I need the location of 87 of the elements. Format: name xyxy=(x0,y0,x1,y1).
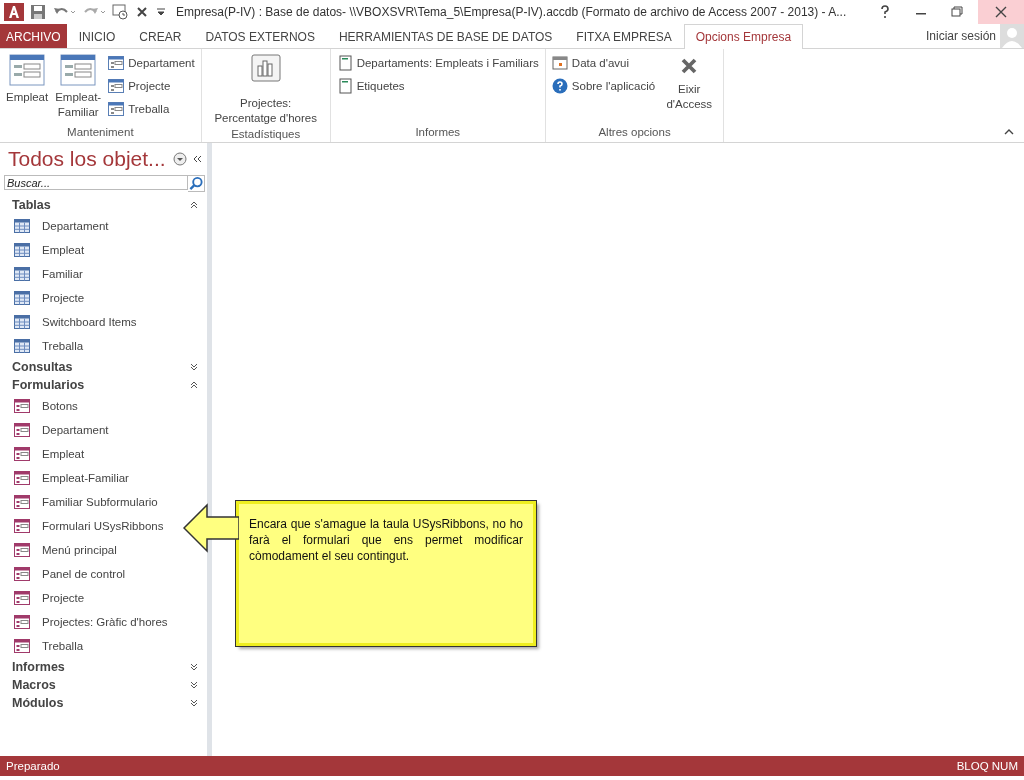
navigation-pane-title[interactable]: Todos los objet... xyxy=(8,147,169,171)
form-icon xyxy=(14,615,30,629)
group-header[interactable]: Tablas xyxy=(12,198,189,212)
ribbon-button[interactable]: Sobre l'aplicació xyxy=(549,75,658,97)
navigation-item[interactable]: Empleat xyxy=(42,448,85,460)
table-icon xyxy=(14,315,30,329)
ribbon-button[interactable]: Departament xyxy=(106,52,197,74)
ribbon-group-label: Estadístiques xyxy=(230,128,302,142)
expand-icon[interactable] xyxy=(189,698,199,708)
table-icon xyxy=(14,339,30,353)
table-icon xyxy=(14,291,30,305)
form-icon xyxy=(14,543,30,557)
dropdown-icon[interactable] xyxy=(173,152,187,166)
report-icon xyxy=(336,78,353,94)
form-icon xyxy=(9,54,46,86)
customize-caret-icon[interactable] xyxy=(156,7,166,17)
ribbon-button[interactable]: Data d'avui xyxy=(549,52,658,74)
ribbon-button[interactable]: Empleat xyxy=(4,52,51,107)
ribbon-button[interactable]: Eixir d'Access xyxy=(659,52,720,114)
group-header[interactable]: Macros xyxy=(12,678,189,692)
form-icon xyxy=(14,567,30,581)
ribbon-button[interactable]: Projectes: Percentatge d'hores xyxy=(205,52,326,128)
expand-icon[interactable] xyxy=(189,680,199,690)
ribbon-button[interactable]: Treballa xyxy=(106,98,197,120)
search-icon[interactable] xyxy=(188,175,205,192)
navigation-item[interactable]: Departament xyxy=(42,220,109,232)
form-icon xyxy=(108,101,125,117)
form-icon xyxy=(14,471,30,485)
navigation-item[interactable]: Menú principal xyxy=(42,544,117,556)
window-title: Empresa(P-IV) : Base de datos- \\VBOXSVR\Tema_5\Empresa(P-IV).accdb (Formato de archivo de Access 2007 - 2013) - A... xyxy=(176,5,848,19)
form-icon xyxy=(108,55,125,71)
collapse-ribbon-icon[interactable] xyxy=(1004,128,1014,136)
table-icon xyxy=(14,267,30,281)
ribbon-group-label: Altres opcions xyxy=(597,126,672,140)
navigation-item[interactable]: Departament xyxy=(42,424,109,436)
navigation-item[interactable]: Familiar Subformulario xyxy=(42,496,158,508)
collapse-pane-icon[interactable] xyxy=(191,154,203,164)
form-icon xyxy=(14,423,30,437)
help-icon xyxy=(551,78,568,94)
ribbon-button[interactable]: Departaments: Empleats i Familiars xyxy=(334,52,541,74)
collapse-icon[interactable] xyxy=(189,380,199,390)
group-header[interactable]: Consultas xyxy=(12,360,189,374)
navigation-item[interactable]: Familiar xyxy=(42,268,83,280)
num-lock-indicator: BLOQ NUM xyxy=(956,760,1018,772)
callout-text: Encara que s'amague la taula USysRibbons, no ho farà el formulari que ens permet modificar còmodament el seu contingut. xyxy=(249,516,523,564)
ribbon-button[interactable]: Etiquetes xyxy=(334,75,541,97)
ribbon-group-label: Informes xyxy=(414,126,462,140)
navigation-item[interactable]: Projecte xyxy=(42,292,85,304)
form-icon xyxy=(14,399,30,413)
report-icon xyxy=(336,55,353,71)
table-icon xyxy=(14,219,30,233)
navigation-item[interactable]: Formulari USysRibbons xyxy=(42,520,164,532)
access-logo-icon[interactable] xyxy=(4,3,24,21)
ribbon-button[interactable]: Projecte xyxy=(106,75,197,97)
navigation-item[interactable]: Empleat-Familiar xyxy=(42,472,129,484)
navigation-item[interactable]: Treballa xyxy=(42,640,84,652)
sign-in-link[interactable]: Iniciar sesión xyxy=(925,29,996,43)
navigation-item[interactable]: Empleat xyxy=(42,244,85,256)
ribbon-button[interactable]: Empleat-Familiar xyxy=(52,52,105,122)
form-icon xyxy=(60,54,97,86)
form-icon xyxy=(14,495,30,509)
expand-icon[interactable] xyxy=(189,662,199,672)
form-icon xyxy=(14,591,30,605)
ribbon-group-label: Manteniment xyxy=(66,126,135,140)
navigation-item[interactable]: Treballa xyxy=(42,340,84,352)
expand-icon[interactable] xyxy=(189,362,199,372)
group-header[interactable]: Informes xyxy=(12,660,189,674)
save-icon[interactable] xyxy=(30,4,46,20)
calendar-icon xyxy=(551,55,568,71)
ribbon-tab[interactable]: ARCHIVO xyxy=(0,24,67,48)
navigation-item[interactable]: Botons xyxy=(42,400,78,412)
table-icon xyxy=(14,243,30,257)
form-icon xyxy=(14,519,30,533)
form-icon xyxy=(14,639,30,653)
navigation-item[interactable]: Projecte xyxy=(42,592,85,604)
ribbon-tab[interactable]: Opcions Empresa xyxy=(683,24,804,49)
status-text: Preparado xyxy=(6,760,60,772)
group-header[interactable]: Módulos xyxy=(12,696,189,710)
collapse-icon[interactable] xyxy=(189,200,199,210)
group-header[interactable]: Formularios xyxy=(12,378,189,392)
form-icon xyxy=(14,447,30,461)
form-icon xyxy=(108,78,125,94)
navigation-item[interactable]: Switchboard Items xyxy=(42,316,137,328)
clock-icon[interactable] xyxy=(112,4,128,20)
navigation-item[interactable]: Panel de control xyxy=(42,568,126,580)
search-field[interactable]: Buscar... xyxy=(4,175,188,190)
navigation-item[interactable]: Projectes: Gràfic d'hores xyxy=(42,616,168,628)
